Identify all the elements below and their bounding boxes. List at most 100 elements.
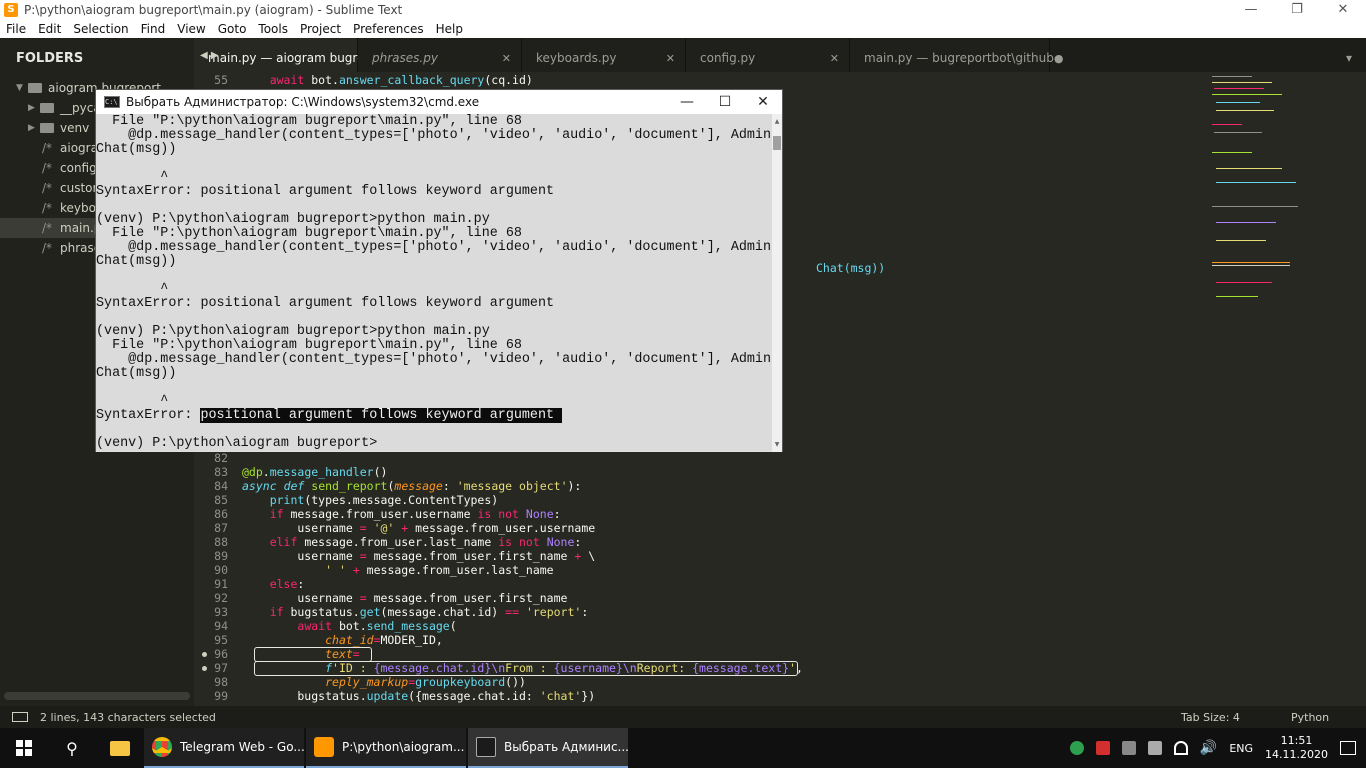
code-line: 94 await bot.send_message( bbox=[214, 619, 457, 633]
taskbar-app-sublime[interactable]: P:\python\aiogram... bbox=[306, 728, 466, 768]
close-icon[interactable]: ✕ bbox=[830, 52, 839, 65]
cmd-line: ^ bbox=[96, 394, 169, 409]
folder-icon bbox=[40, 123, 54, 133]
menu-tools[interactable]: Tools bbox=[252, 22, 294, 36]
cmd-console[interactable]: File "P:\python\aiogram bugreport\main.p… bbox=[96, 114, 772, 452]
code-line-fragment: Chat(msg)) bbox=[816, 261, 886, 275]
caret-right-icon: ▶ bbox=[28, 103, 35, 113]
cmd-line: (venv) P:\python\aiogram bugreport>pytho… bbox=[96, 324, 490, 339]
cmd-line: SyntaxError: positional argument follows… bbox=[96, 296, 555, 311]
cmd-line: SyntaxError: positional argument follows… bbox=[96, 184, 555, 199]
cmd-line: Chat(msg)) bbox=[96, 366, 177, 381]
menu-file[interactable]: File bbox=[0, 22, 32, 36]
start-button[interactable] bbox=[0, 728, 48, 768]
syntax-indicator[interactable]: Python bbox=[1291, 711, 1366, 724]
menu-find[interactable]: Find bbox=[135, 22, 172, 36]
file-explorer-button[interactable] bbox=[96, 728, 144, 768]
maximize-button[interactable]: ❐ bbox=[1274, 0, 1320, 19]
cmd-scroll-thumb[interactable] bbox=[773, 136, 781, 150]
tab-label: phrases.py bbox=[372, 51, 438, 65]
python-file-icon: /* bbox=[42, 221, 53, 235]
menu-view[interactable]: View bbox=[171, 22, 211, 36]
network-app-icon[interactable] bbox=[1069, 741, 1084, 755]
arrow-left-icon[interactable]: ◀ bbox=[200, 50, 208, 61]
menu-selection[interactable]: Selection bbox=[67, 22, 134, 36]
code-line: 86 if message.from_user.username is not … bbox=[214, 507, 561, 521]
device-icon[interactable] bbox=[1121, 741, 1136, 755]
code-line: 91 else: bbox=[214, 577, 305, 591]
modified-line-dot bbox=[202, 666, 207, 671]
code-line: 95 chat_id=MODER_ID, bbox=[214, 633, 443, 647]
arrow-right-icon[interactable]: ▶ bbox=[211, 50, 219, 61]
sublime-app-icon: S bbox=[4, 2, 18, 17]
close-button[interactable]: ✕ bbox=[1320, 0, 1366, 19]
python-file-icon: /* bbox=[42, 141, 53, 155]
language-indicator[interactable]: ENG bbox=[1229, 742, 1253, 755]
taskbar-app-label: P:\python\aiogram... bbox=[342, 740, 465, 754]
status-bar: 2 lines, 143 characters selected Tab Siz… bbox=[0, 706, 1366, 728]
scroll-up-icon[interactable]: ▲ bbox=[773, 118, 781, 125]
window-titlebar: S P:\python\aiogram bugreport\main.py (a… bbox=[0, 0, 1366, 19]
python-file-icon: /* bbox=[42, 201, 53, 215]
code-line: 98 reply_markup=groupkeyboard()) bbox=[214, 675, 526, 689]
cmd-close-button[interactable]: ✕ bbox=[744, 94, 782, 110]
tab-nav-arrows[interactable]: ◀ ▶ bbox=[200, 50, 219, 61]
taskbar: ⚲ Telegram Web - Go... P:\python\aiogram… bbox=[0, 728, 1366, 768]
taskbar-app-chrome[interactable]: Telegram Web - Go... bbox=[144, 728, 304, 768]
battery-icon[interactable] bbox=[1147, 741, 1162, 755]
cmd-selected-text: positional argument follows keyword argu… bbox=[200, 408, 563, 423]
system-tray: 🔊 ENG 11:51 14.11.2020 bbox=[1069, 734, 1366, 762]
close-icon[interactable]: ✕ bbox=[502, 52, 511, 65]
folder-icon bbox=[40, 103, 54, 113]
taskbar-app-label: Выбрать Админис... bbox=[504, 740, 628, 754]
cmd-titlebar: C:\ Выбрать Администратор: C:\Windows\sy… bbox=[96, 90, 782, 114]
cmd-prompt-line[interactable]: (venv) P:\python\aiogram bugreport> bbox=[96, 437, 377, 451]
cmd-line: File "P:\python\aiogram bugreport\main.p… bbox=[96, 226, 522, 241]
tab-label: keyboards.py bbox=[536, 51, 617, 65]
shield-icon[interactable] bbox=[1095, 741, 1110, 755]
cmd-line: @dp.message_handler(content_types=['phot… bbox=[96, 240, 771, 255]
chevron-down-icon[interactable]: ▾ bbox=[1346, 51, 1352, 65]
cmd-line: @dp.message_handler(content_types=['phot… bbox=[96, 128, 771, 143]
python-file-icon: /* bbox=[42, 241, 53, 255]
scroll-down-icon[interactable]: ▼ bbox=[773, 441, 781, 448]
cmd-window[interactable]: C:\ Выбрать Администратор: C:\Windows\sy… bbox=[95, 89, 783, 452]
clock-date: 14.11.2020 bbox=[1265, 748, 1328, 761]
tab-size-indicator[interactable]: Tab Size: 4 bbox=[1181, 711, 1291, 724]
minimize-button[interactable]: — bbox=[1228, 0, 1274, 19]
cmd-line: ^ bbox=[96, 170, 169, 185]
sidebar-scrollbar[interactable] bbox=[4, 692, 190, 700]
close-icon[interactable]: ✕ bbox=[666, 52, 675, 65]
folder-icon bbox=[28, 83, 42, 93]
taskbar-app-cmd[interactable]: Выбрать Админис... bbox=[468, 728, 628, 768]
clock[interactable]: 11:51 14.11.2020 bbox=[1265, 734, 1328, 762]
menu-preferences[interactable]: Preferences bbox=[347, 22, 430, 36]
cmd-line: File "P:\python\aiogram bugreport\main.p… bbox=[96, 114, 522, 129]
cmd-icon bbox=[476, 737, 496, 757]
cmd-maximize-button[interactable]: ☐ bbox=[706, 94, 744, 110]
menu-help[interactable]: Help bbox=[430, 22, 469, 36]
minimap[interactable] bbox=[1210, 72, 1366, 706]
code-line: 89 username = message.from_user.first_na… bbox=[214, 549, 596, 563]
wifi-icon[interactable] bbox=[1173, 741, 1188, 755]
cmd-title: Выбрать Администратор: C:\Windows\system… bbox=[126, 95, 480, 109]
selection-status: 2 lines, 143 characters selected bbox=[40, 710, 216, 724]
code-line: 87 username = '@' + message.from_user.us… bbox=[214, 521, 596, 535]
panel-toggle-icon[interactable] bbox=[12, 712, 28, 722]
modified-line-dot bbox=[202, 652, 207, 657]
window-title: P:\python\aiogram bugreport\main.py (aio… bbox=[24, 2, 403, 17]
menu-edit[interactable]: Edit bbox=[32, 22, 67, 36]
sidebar-item-label: venv bbox=[60, 121, 90, 135]
menu-project[interactable]: Project bbox=[294, 22, 347, 36]
cmd-minimize-button[interactable]: — bbox=[668, 94, 706, 110]
python-file-icon: /* bbox=[42, 181, 53, 195]
tab-label: main.py — bugreportbot\github bbox=[864, 51, 1054, 65]
search-icon[interactable]: ⚲ bbox=[48, 728, 96, 768]
volume-icon[interactable]: 🔊 bbox=[1200, 740, 1217, 756]
cmd-line: @dp.message_handler(content_types=['phot… bbox=[96, 352, 771, 367]
menu-bar: File Edit Selection Find View Goto Tools… bbox=[0, 19, 1366, 38]
code-line: 85 print(types.message.ContentTypes) bbox=[214, 493, 499, 507]
menu-goto[interactable]: Goto bbox=[212, 22, 253, 36]
notification-icon[interactable] bbox=[1340, 741, 1356, 755]
cmd-scrollbar[interactable]: ▲ ▼ bbox=[772, 114, 782, 452]
